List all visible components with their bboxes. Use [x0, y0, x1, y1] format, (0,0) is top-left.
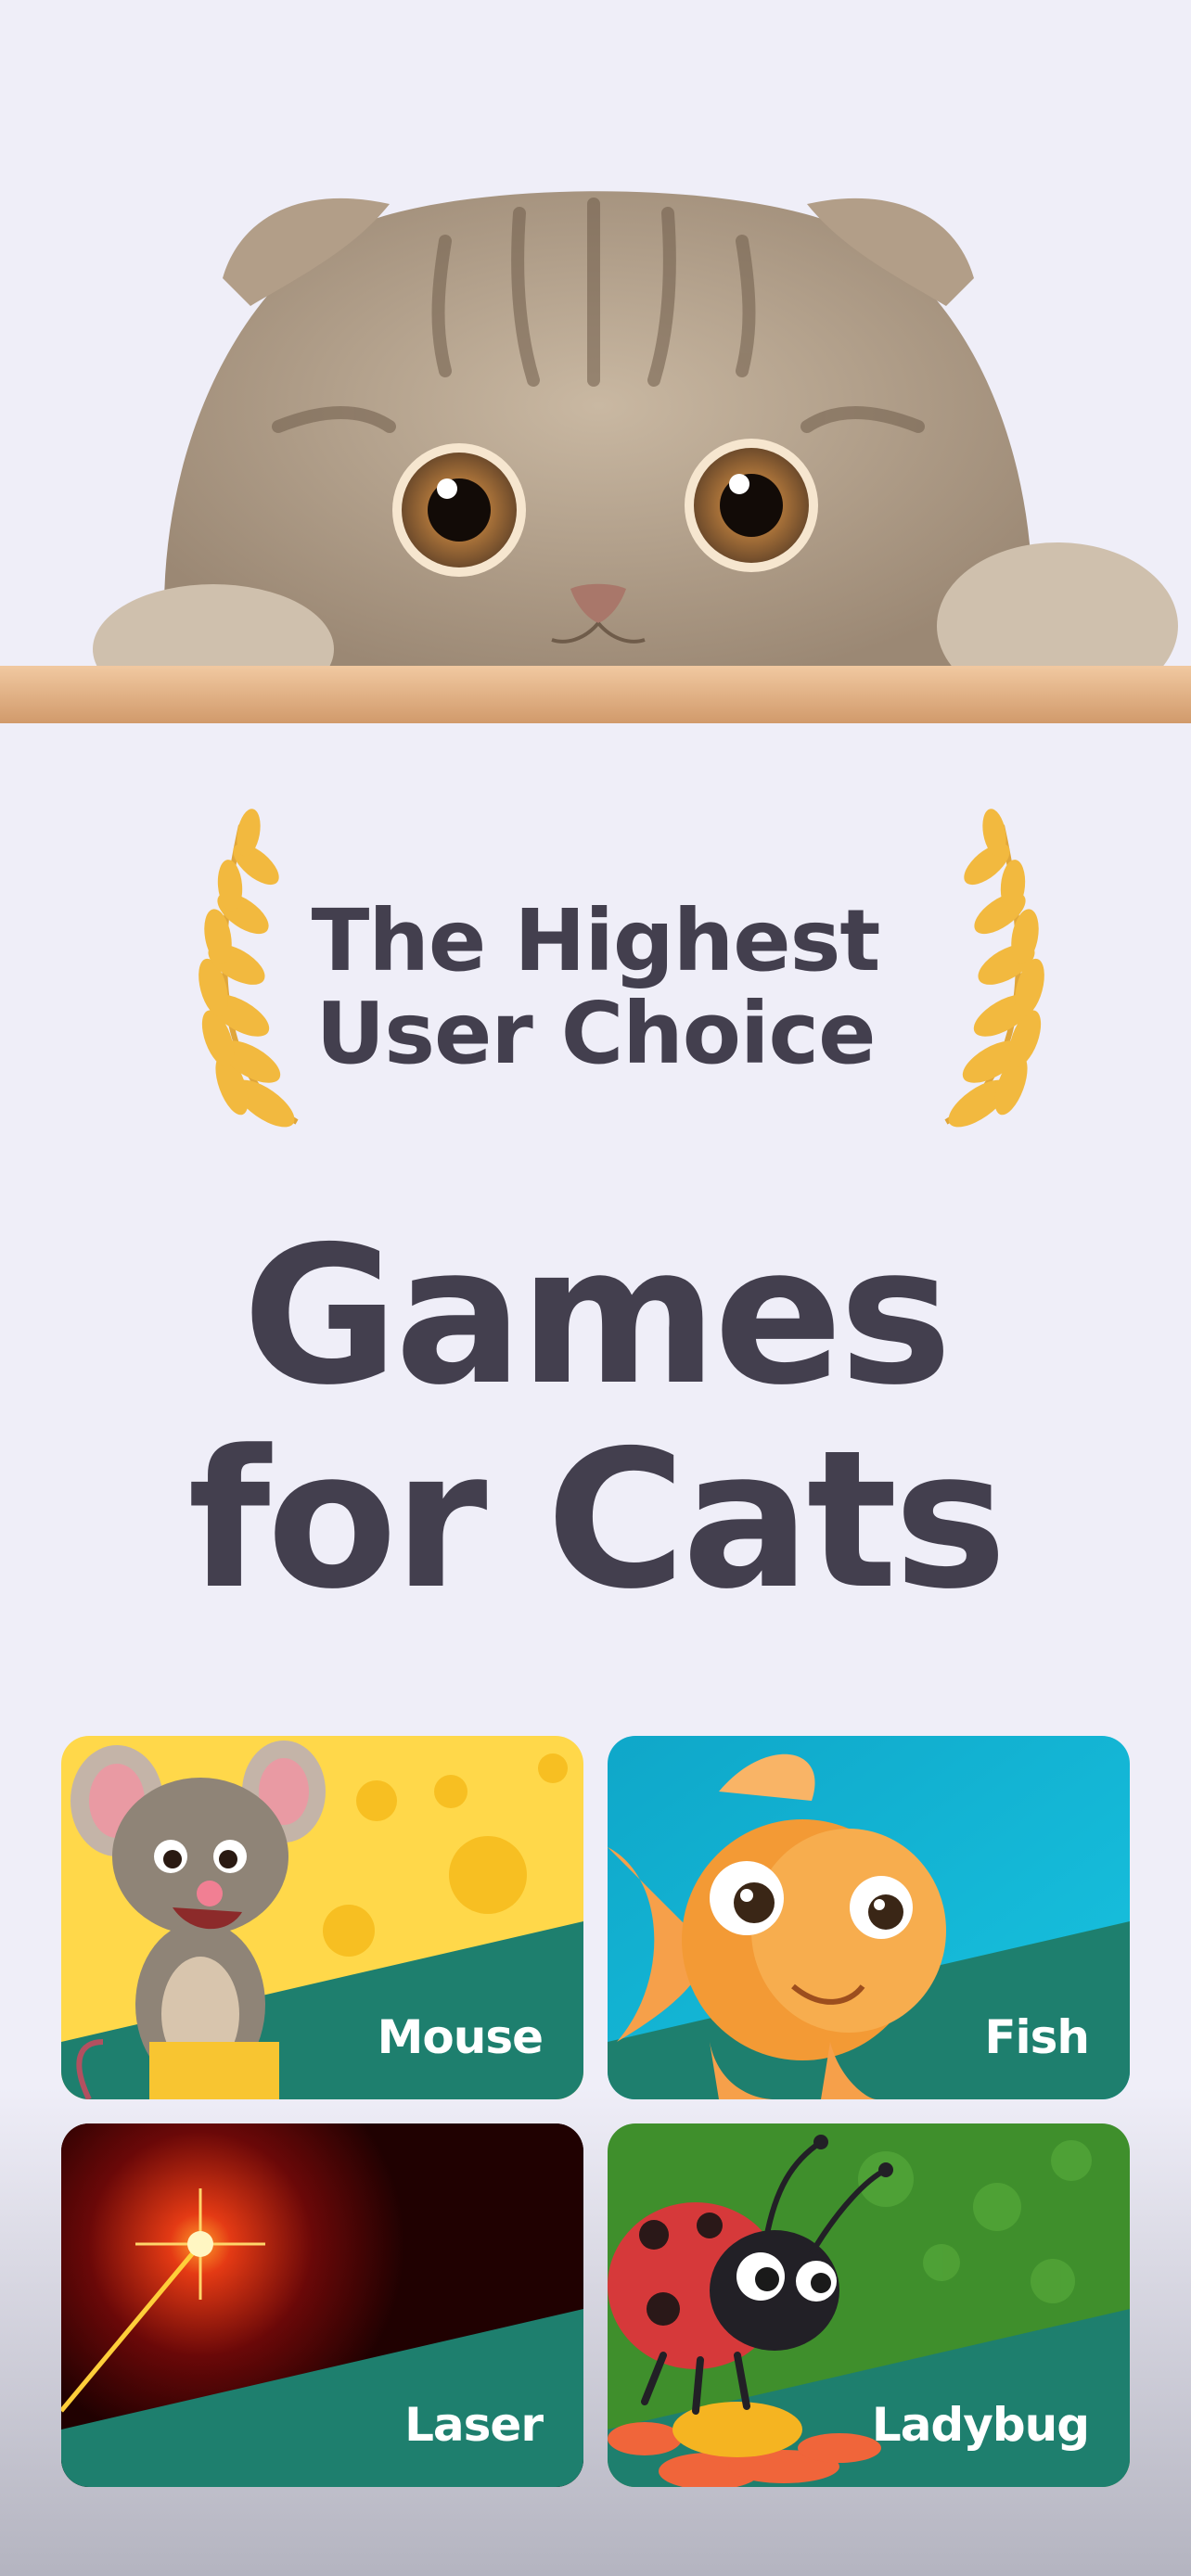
game-card-ladybug[interactable]: Ladybug: [608, 2123, 1130, 2487]
game-grid: Mouse Fish Laser Ladybug: [61, 1736, 1130, 2487]
game-card-fish[interactable]: Fish: [608, 1736, 1130, 2099]
cat-peeking-icon: [0, 191, 1191, 723]
game-label-mouse: Mouse: [377, 2010, 544, 2064]
laurel-right-icon: [944, 809, 1044, 1128]
laurel-left-icon: [198, 809, 299, 1128]
app-headline: Games for Cats: [0, 1215, 1191, 1623]
game-card-laser[interactable]: Laser: [61, 2123, 583, 2487]
award-line-1: The Highest: [311, 891, 881, 990]
award-title: The Highest User Choice: [306, 895, 885, 1080]
award-line-2: User Choice: [315, 984, 877, 1083]
headline-line-2: for Cats: [187, 1410, 1006, 1631]
headline-line-1: Games: [242, 1206, 952, 1427]
game-card-mouse[interactable]: Mouse: [61, 1736, 583, 2099]
game-label-fish: Fish: [984, 2010, 1090, 2064]
game-label-laser: Laser: [404, 2398, 544, 2452]
game-label-ladybug: Ladybug: [871, 2398, 1090, 2452]
award-badge: The Highest User Choice: [0, 807, 1191, 1141]
hero-cat-illustration: [0, 0, 1191, 742]
